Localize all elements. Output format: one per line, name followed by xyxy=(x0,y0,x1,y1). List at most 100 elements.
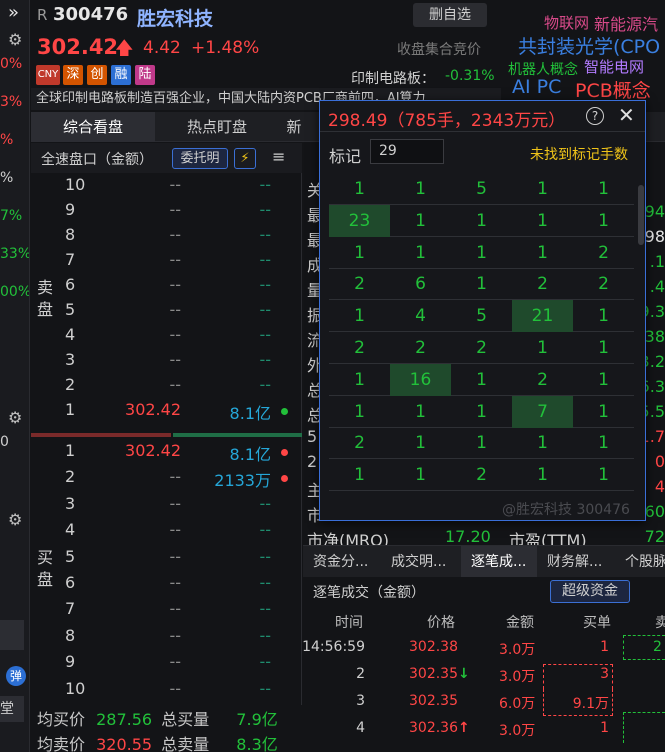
lot-grid-cell[interactable]: 6 xyxy=(390,268,451,300)
concept-word[interactable]: 共封装光学(CPO xyxy=(518,32,660,59)
buy-row[interactable]: 2 -- 2133万 xyxy=(31,467,302,492)
lot-grid-cell[interactable]: 1 xyxy=(451,364,512,396)
buy-row[interactable]: 8 -- -- xyxy=(31,626,302,651)
lot-grid-cell[interactable]: 1 xyxy=(512,173,573,205)
mark-lots-input[interactable]: 29 xyxy=(370,139,444,164)
sell-row[interactable]: 2 -- -- xyxy=(31,375,302,400)
lot-grid-cell[interactable]: 1 xyxy=(329,173,390,205)
lot-grid-cell[interactable]: 2 xyxy=(512,364,573,396)
buy-row[interactable]: 1 302.42 8.1亿 xyxy=(31,441,302,466)
lot-grid-cell[interactable]: 1 xyxy=(329,300,390,332)
lot-grid-cell[interactable]: 1 xyxy=(390,205,451,237)
sell-row[interactable]: 3 -- -- xyxy=(31,350,302,375)
lot-grid-cell[interactable]: 1 xyxy=(451,237,512,269)
lot-grid-cell[interactable]: 1 xyxy=(573,173,634,205)
trade-row[interactable]: 2 302.35 ↓ 3.0万 3 xyxy=(303,662,665,689)
gear-icon[interactable]: ⚙ xyxy=(8,408,22,427)
buy-row[interactable]: 4 -- -- xyxy=(31,520,302,545)
lot-grid-cell[interactable]: 1 xyxy=(451,268,512,300)
remove-watchlist-button[interactable]: 删自选 xyxy=(413,3,487,27)
trade-row[interactable]: 14:56:59 302.38 3.0万 1 2 xyxy=(302,635,665,662)
sell-row[interactable]: 4 -- -- xyxy=(31,325,302,350)
lot-grid-cell[interactable]: 2 xyxy=(573,237,634,269)
help-icon[interactable]: ? xyxy=(586,107,604,125)
tab-trade-detail[interactable]: 成交明... xyxy=(381,546,461,578)
lot-grid-cell[interactable]: 5 xyxy=(451,300,512,332)
lightning-icon[interactable]: ⚡ xyxy=(234,148,256,169)
lot-grid-cell[interactable]: 1 xyxy=(329,364,390,396)
sector-label[interactable]: 印制电路板： xyxy=(351,68,435,88)
super-fund-button[interactable]: 超级资金 xyxy=(550,580,630,603)
tag-margin[interactable]: 融 xyxy=(111,65,131,85)
buy-row[interactable]: 6 -- -- xyxy=(31,573,302,598)
sell-row[interactable]: 1 302.42 8.1亿 xyxy=(31,400,302,425)
lot-grid-cell[interactable]: 2 xyxy=(451,332,512,364)
buy-row[interactable]: 9 -- -- xyxy=(31,652,302,677)
lot-grid-cell[interactable]: 1 xyxy=(390,173,451,205)
lot-grid-cell[interactable]: 1 xyxy=(573,427,634,459)
lot-grid-cell[interactable]: 1 xyxy=(573,459,634,491)
tab-hotspot[interactable]: 热点盯盘 xyxy=(155,112,279,142)
concept-word[interactable]: AI PC xyxy=(512,76,561,98)
lot-grid-cell[interactable]: 2 xyxy=(329,268,390,300)
trade-row[interactable]: 3 302.35 6.0万 9.1万 xyxy=(303,689,665,716)
tag-cny[interactable]: CNY xyxy=(36,65,60,85)
lot-grid-cell[interactable]: 1 xyxy=(573,396,634,428)
lot-grid-cell[interactable]: 1 xyxy=(390,459,451,491)
price-level-popup[interactable]: 298.49（785手，2343万元） ? ✕ 标记 29 未找到标记手数 11… xyxy=(319,100,646,521)
lot-grid-cell[interactable]: 7 xyxy=(512,395,573,428)
tab-tick-trades[interactable]: 逐笔成... xyxy=(461,546,537,578)
popup-scrollbar[interactable] xyxy=(638,185,644,245)
tab-overview[interactable]: 综合看盘 xyxy=(31,112,155,142)
entrust-detail-button[interactable]: 委托明 xyxy=(172,148,228,169)
stock-name[interactable]: 胜宏科技 xyxy=(137,4,213,31)
buy-row[interactable]: 3 -- -- xyxy=(31,494,302,519)
tag-chinext[interactable]: 创 xyxy=(87,65,107,85)
lot-grid-cell[interactable]: 1 xyxy=(512,237,573,269)
lot-grid-cell[interactable]: 2 xyxy=(329,332,390,364)
buy-row[interactable]: 5 -- -- xyxy=(31,547,302,572)
lot-grid-cell[interactable]: 4 xyxy=(390,300,451,332)
sell-row[interactable]: 10 -- -- xyxy=(31,175,302,200)
sell-row[interactable]: 5 -- -- xyxy=(31,300,302,325)
sell-row[interactable]: 7 -- -- xyxy=(31,250,302,275)
tab-financial[interactable]: 财务解... xyxy=(537,546,615,578)
tab-fund-distribution[interactable]: 资金分... xyxy=(303,546,381,578)
tab-stock-pulse[interactable]: 个股脉 xyxy=(615,546,665,578)
lot-grid-cell[interactable]: 1 xyxy=(512,459,573,491)
lot-grid-cell[interactable]: 1 xyxy=(451,396,512,428)
concept-word[interactable]: 智能电网 xyxy=(584,56,644,77)
lot-grid-cell[interactable]: 1 xyxy=(451,205,512,237)
popup-toggle-button[interactable]: 弹 xyxy=(6,666,26,686)
lot-grid-cell[interactable]: 1 xyxy=(451,427,512,459)
lot-grid-cell[interactable]: 1 xyxy=(390,237,451,269)
lot-grid-cell[interactable]: 1 xyxy=(512,205,573,237)
tag-connect[interactable]: 陆 xyxy=(135,65,155,85)
close-icon[interactable]: ✕ xyxy=(618,103,635,127)
gear-icon[interactable]: ⚙ xyxy=(8,510,22,529)
lot-grid-cell[interactable]: 1 xyxy=(329,396,390,428)
lot-grid-cell[interactable]: 16 xyxy=(390,363,451,396)
lot-grid-cell[interactable]: 1 xyxy=(573,300,634,332)
tag-shenzhen[interactable]: 深 xyxy=(63,65,83,85)
lot-grid-cell[interactable]: 1 xyxy=(390,427,451,459)
lot-grid-cell[interactable]: 23 xyxy=(329,204,390,237)
strip-button[interactable]: 堂 xyxy=(0,696,24,722)
buy-row[interactable]: 7 -- -- xyxy=(31,599,302,624)
lot-grid-cell[interactable]: 2 xyxy=(329,427,390,459)
buy-row[interactable]: 10 -- -- xyxy=(31,679,302,704)
lot-grid-cell[interactable]: 2 xyxy=(390,332,451,364)
lot-grid-cell[interactable]: 21 xyxy=(512,300,573,333)
sell-row[interactable]: 9 -- -- xyxy=(31,200,302,225)
lot-grid-cell[interactable]: 1 xyxy=(390,396,451,428)
lot-grid-cell[interactable]: 5 xyxy=(451,173,512,205)
strip-panel[interactable] xyxy=(0,620,24,650)
sell-row[interactable]: 8 -- -- xyxy=(31,225,302,250)
lot-grid-cell[interactable]: 1 xyxy=(573,364,634,396)
lot-grid-cell[interactable]: 2 xyxy=(451,459,512,491)
lot-grid-cell[interactable]: 1 xyxy=(573,205,634,237)
lot-grid-cell[interactable]: 1 xyxy=(329,459,390,491)
gear-icon[interactable]: ⚙ xyxy=(8,30,22,49)
sell-row[interactable]: 6 -- -- xyxy=(31,275,302,300)
lot-grid-cell[interactable]: 1 xyxy=(512,427,573,459)
